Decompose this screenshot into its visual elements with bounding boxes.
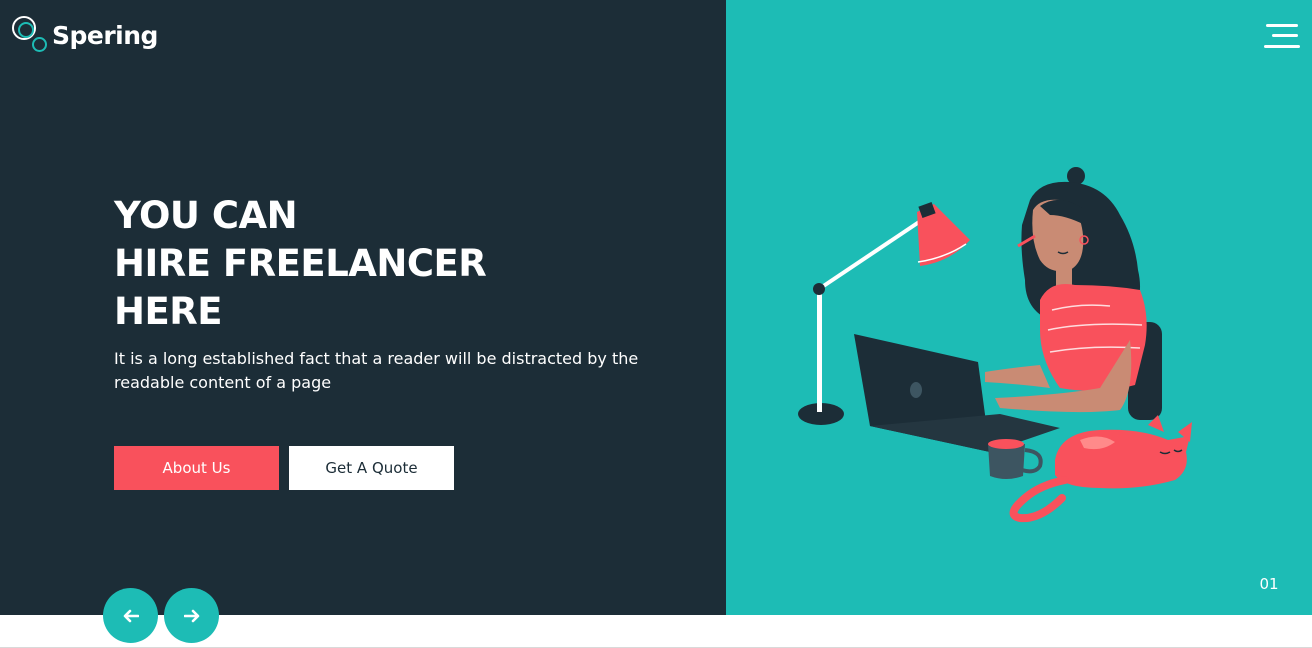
arrow-left-icon [123, 609, 139, 622]
headline-line-2: HIRE FREELANCER [114, 242, 487, 285]
hero-description: It is a long established fact that a rea… [114, 349, 639, 392]
headline-line-3: HERE [114, 290, 223, 333]
headline-line-1: YOU CAN [114, 194, 298, 237]
brand-name: Spering [52, 20, 158, 50]
slider-next-button[interactable] [164, 588, 219, 643]
get-a-quote-button[interactable]: Get A Quote [289, 446, 454, 490]
freelancer-illustration [798, 167, 1192, 523]
brand-logo[interactable]: Spering [12, 16, 158, 54]
logo-circles-icon [12, 16, 48, 54]
arrow-right-icon [183, 609, 199, 622]
coffee-mug-icon [988, 439, 1043, 479]
slide-counter: 01 [1259, 575, 1279, 593]
laptop-icon [854, 334, 1060, 452]
about-us-button[interactable]: About Us [114, 446, 279, 490]
hero-headline: YOU CAN HIRE FREELANCER HERE [114, 192, 534, 336]
woman-figure [985, 167, 1147, 413]
slider-prev-button[interactable] [103, 588, 158, 643]
hamburger-menu-icon[interactable] [1262, 20, 1300, 52]
